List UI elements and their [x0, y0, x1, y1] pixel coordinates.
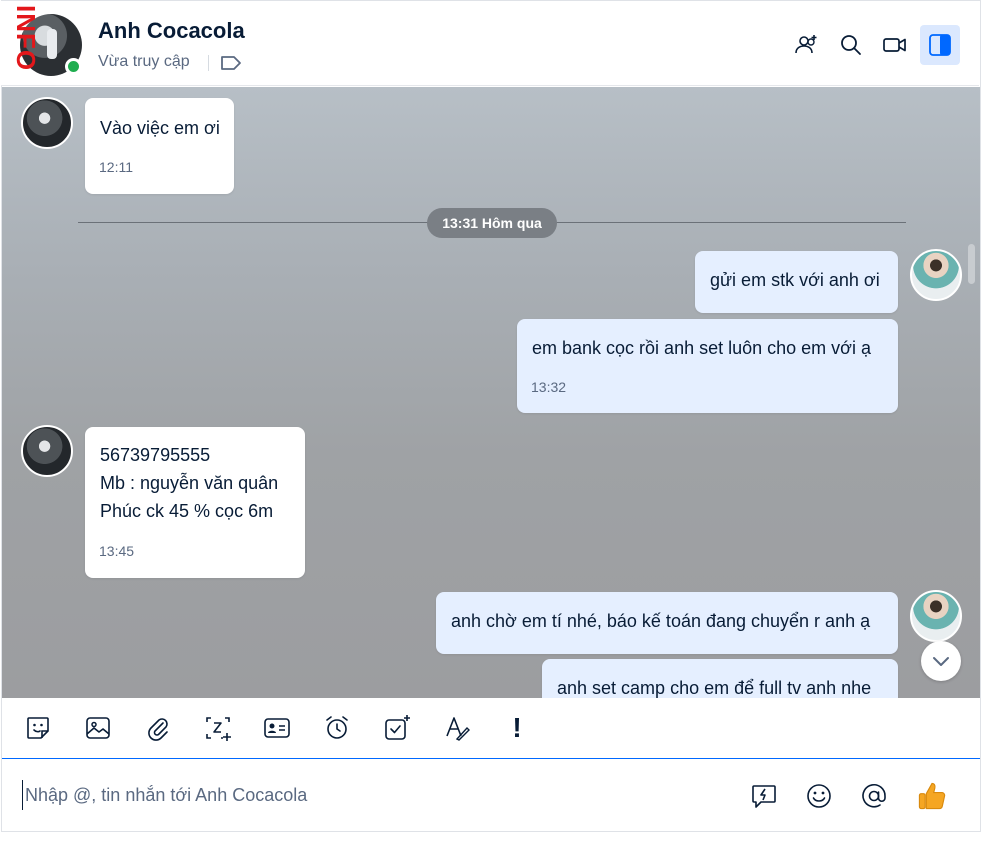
message-text: 56739795555 [100, 445, 211, 465]
composer [2, 760, 980, 831]
thumbs-up-icon [918, 782, 946, 810]
message-text: em bank cọc rồi anh set luôn cho em với … [532, 338, 871, 358]
message-list[interactable]: Vào việc em ơi 12:11 13:31 Hôm qua gửi e… [2, 87, 980, 698]
quick-reply-icon [752, 785, 776, 808]
reminder-button[interactable] [320, 711, 354, 745]
video-camera-icon [883, 38, 906, 52]
online-indicator [65, 58, 82, 75]
assign-task-button[interactable] [380, 711, 414, 745]
todo-checkbox-icon [385, 715, 410, 740]
alarm-clock-icon [326, 716, 348, 739]
message-bubble[interactable]: anh set camp cho em để full tv anh nhe [542, 659, 898, 698]
search-button[interactable] [831, 25, 871, 65]
composer-toolbar: ! [2, 699, 980, 759]
message-bubble[interactable]: em bank cọc rồi anh set luôn cho em với … [517, 319, 898, 413]
my-avatar[interactable] [910, 590, 962, 642]
format-text-button[interactable] [440, 711, 474, 745]
emoji-button[interactable] [801, 778, 837, 814]
image-icon [86, 717, 110, 739]
contact-name[interactable]: Anh Cocacola [98, 18, 245, 44]
add-to-group-button[interactable] [787, 25, 827, 65]
send-image-button[interactable] [81, 711, 115, 745]
message-bubble[interactable]: Vào việc em ơi 12:11 [85, 98, 234, 194]
date-divider: 13:31 Hôm qua [427, 208, 557, 238]
sender-avatar[interactable] [21, 97, 73, 149]
like-button[interactable] [914, 778, 950, 814]
message-bubble[interactable]: anh chờ em tí nhé, báo kế toán đang chuy… [436, 592, 898, 654]
conversation-info-toggle[interactable] [920, 25, 960, 65]
mention-button[interactable] [856, 778, 892, 814]
message-time: 13:45 [99, 543, 135, 559]
message-bubble[interactable]: gửi em stk với anh ơi [695, 251, 898, 313]
message-bubble[interactable]: 56739795555 Mb : nguyễn văn quân Phúc ck… [85, 427, 305, 578]
quick-message-button[interactable] [746, 778, 782, 814]
screenshot-icon [206, 717, 231, 741]
format-text-icon [446, 717, 470, 741]
conversation-header: INFO Anh Cocacola Vừa truy cập [1, 1, 979, 86]
message-input[interactable] [22, 780, 722, 810]
message-time: 13:32 [531, 379, 567, 395]
message-text: Mb : nguyễn văn quân [100, 473, 279, 493]
message-text: anh chờ em tí nhé, báo kế toán đang chuy… [451, 611, 871, 631]
emoji-icon [807, 784, 831, 808]
sticker-icon [27, 717, 49, 739]
at-sign-icon [862, 784, 886, 808]
message-text: Phúc ck 45 % cọc 6m [100, 501, 274, 521]
search-icon [841, 35, 861, 55]
video-call-button[interactable] [875, 25, 915, 65]
header-separator [208, 55, 209, 71]
scroll-to-bottom-button[interactable] [921, 641, 961, 681]
contact-status: Vừa truy cập [98, 53, 190, 70]
screenshot-button[interactable] [201, 711, 235, 745]
group-add-icon [795, 35, 817, 54]
contact-card-icon [264, 718, 290, 738]
send-contact-card-button[interactable] [260, 711, 294, 745]
urgent-button[interactable]: ! [500, 711, 534, 745]
scrollbar-thumb[interactable] [968, 244, 975, 284]
tag-icon[interactable] [220, 54, 242, 72]
chevron-down-icon [933, 657, 949, 666]
attachment-icon [148, 718, 168, 741]
sidebar-panel-icon [929, 34, 951, 56]
sender-avatar[interactable] [21, 425, 73, 477]
message-text: gửi em stk với anh ơi [710, 270, 880, 290]
message-time: 12:11 [99, 159, 133, 175]
message-text: Vào việc em ơi [100, 118, 220, 138]
sticker-button[interactable] [21, 711, 55, 745]
attach-file-button[interactable] [141, 711, 175, 745]
message-text: anh set camp cho em để full tv anh nhe [557, 678, 872, 698]
my-avatar[interactable] [910, 249, 962, 301]
